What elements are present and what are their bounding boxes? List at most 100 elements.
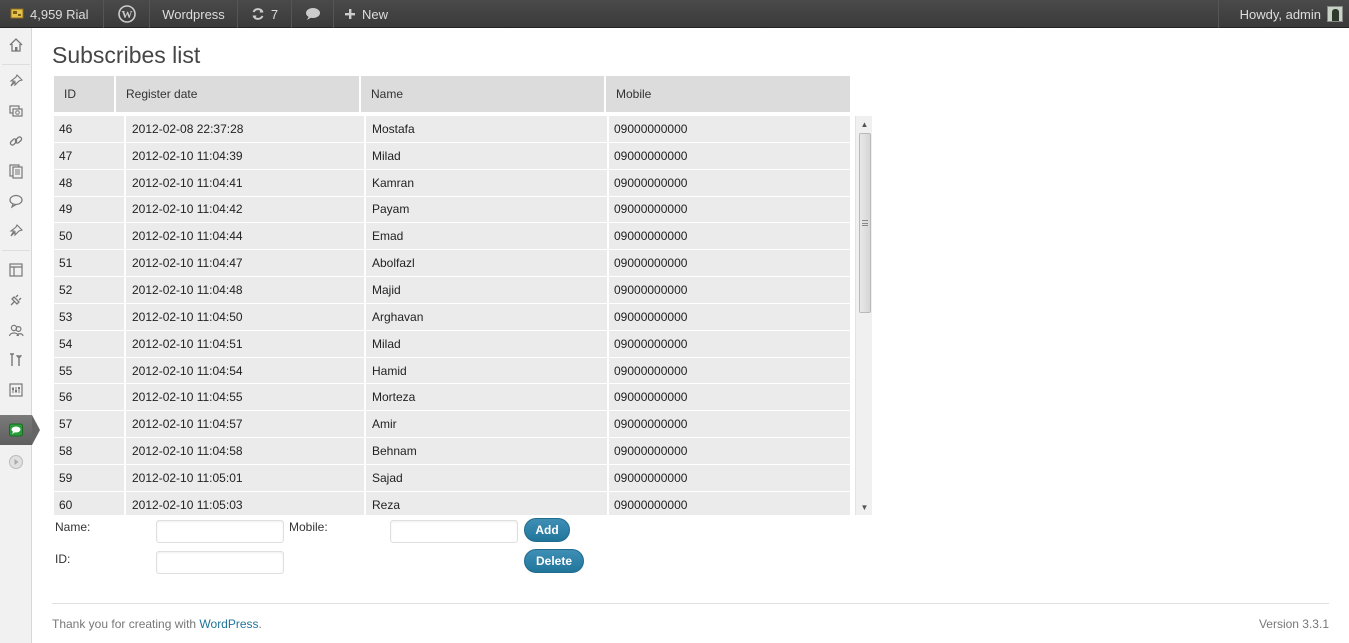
cell-id: 60	[54, 491, 126, 515]
page-title: Subscribes list	[52, 42, 201, 68]
menu-dashboard[interactable]	[0, 30, 32, 60]
comments-icon	[9, 194, 23, 209]
site-name-menu[interactable]: Wordpress	[150, 0, 238, 28]
menu-appearance[interactable]	[0, 255, 32, 285]
menu-links[interactable]	[0, 126, 32, 156]
cell-name: Milad	[366, 142, 609, 169]
cell-name: Amir	[366, 411, 609, 438]
table-body: 46 2012-02-08 22:37:28 Mostafa 09000000000 4…	[54, 116, 850, 515]
column-header-register-date: Register date	[116, 76, 361, 112]
footer-divider	[52, 603, 1329, 604]
vertical-scrollbar[interactable]: ▲ ▼	[855, 116, 872, 515]
name-label: Name:	[55, 520, 91, 534]
footer-thanks: Thank you for creating with WordPress.	[52, 617, 262, 631]
delete-button[interactable]: Delete	[524, 549, 584, 573]
cell-name: Payam	[366, 196, 609, 223]
table-row: 51 2012-02-10 11:04:47 Abolfazl 09000000000	[54, 250, 850, 278]
cell-name: Arghavan	[366, 303, 609, 330]
scroll-thumb[interactable]	[859, 133, 871, 313]
table-row: 53 2012-02-10 11:04:50 Arghavan 09000000000	[54, 303, 850, 331]
cell-name: Morteza	[366, 384, 609, 411]
menu-plugins[interactable]	[0, 285, 32, 315]
table-row: 55 2012-02-10 11:04:54 Hamid 09000000000	[54, 357, 850, 385]
cell-mobile: 09000000000	[609, 357, 850, 384]
cell-mobile: 09000000000	[609, 116, 850, 142]
cell-register-date: 2012-02-10 11:04:50	[126, 303, 366, 330]
cell-mobile: 09000000000	[609, 464, 850, 491]
cell-id: 56	[54, 384, 126, 411]
cell-register-date: 2012-02-10 11:04:47	[126, 250, 366, 277]
menu-pin[interactable]	[0, 216, 32, 246]
cell-id: 53	[54, 303, 126, 330]
collapse-icon	[9, 455, 23, 469]
add-button[interactable]: Add	[524, 518, 570, 542]
cell-register-date: 2012-02-10 11:05:01	[126, 464, 366, 491]
comment-bubble-icon	[305, 8, 320, 20]
menu-media[interactable]	[0, 96, 32, 126]
new-content-menu[interactable]: New	[334, 0, 404, 28]
table-row: 58 2012-02-10 11:04:58 Behnam 09000000000	[54, 438, 850, 465]
wordpress-link[interactable]: WordPress	[199, 617, 258, 631]
id-input[interactable]	[156, 551, 284, 574]
comments-menu[interactable]	[292, 0, 334, 28]
cell-register-date: 2012-02-08 22:37:28	[126, 116, 366, 142]
menu-users[interactable]	[0, 315, 32, 345]
my-account-menu[interactable]: Howdy, admin	[1218, 0, 1349, 28]
cell-id: 57	[54, 411, 126, 438]
scroll-down-arrow[interactable]: ▼	[856, 499, 872, 515]
appearance-icon	[9, 263, 23, 277]
menu-comments[interactable]	[0, 186, 32, 216]
cell-mobile: 09000000000	[609, 223, 850, 250]
table-scroll-area[interactable]: 46 2012-02-08 22:37:28 Mostafa 09000000000 4…	[54, 116, 872, 515]
wp-logo-menu[interactable]: W	[104, 0, 150, 28]
credit-balance[interactable]: 4,959 Rial	[0, 0, 104, 28]
menu-sms-plugin[interactable]	[0, 415, 40, 445]
table-row: 60 2012-02-10 11:05:03 Reza 09000000000	[54, 491, 850, 515]
howdy-text: Howdy, admin	[1239, 6, 1321, 22]
menu-tools[interactable]	[0, 345, 32, 375]
cell-register-date: 2012-02-10 11:04:54	[126, 357, 366, 384]
table-row: 57 2012-02-10 11:04:57 Amir 09000000000	[54, 411, 850, 439]
cell-register-date: 2012-02-10 11:05:03	[126, 491, 366, 515]
table-row: 56 2012-02-10 11:04:55 Morteza 09000000000	[54, 384, 850, 412]
posts-icon	[9, 74, 24, 87]
cell-id: 59	[54, 464, 126, 491]
updates-count: 7	[270, 6, 279, 22]
cell-register-date: 2012-02-10 11:04:41	[126, 169, 366, 196]
cell-id: 50	[54, 223, 126, 250]
scroll-up-arrow[interactable]: ▲	[856, 116, 872, 132]
mobile-input[interactable]	[390, 520, 518, 543]
footer-version: Version 3.3.1	[1258, 617, 1329, 631]
cell-name: Sajad	[366, 464, 609, 491]
cell-mobile: 09000000000	[609, 491, 850, 515]
name-input[interactable]	[156, 520, 284, 543]
table-row: 46 2012-02-08 22:37:28 Mostafa 09000000000	[54, 116, 850, 143]
cell-name: Abolfazl	[366, 250, 609, 277]
cell-name: Reza	[366, 491, 609, 515]
cell-register-date: 2012-02-10 11:04:51	[126, 330, 366, 357]
svg-text:W: W	[121, 9, 132, 21]
table-header: ID Register date Name Mobile	[54, 76, 850, 112]
menu-pages[interactable]	[0, 156, 32, 186]
plus-icon	[345, 9, 355, 19]
id-label: ID:	[55, 552, 71, 566]
cell-register-date: 2012-02-10 11:04:39	[126, 142, 366, 169]
menu-settings[interactable]	[0, 375, 32, 405]
updates-menu[interactable]: 7	[238, 0, 292, 28]
tools-icon	[10, 353, 22, 366]
cell-mobile: 09000000000	[609, 438, 850, 464]
menu-collapse[interactable]	[0, 447, 32, 477]
column-header-mobile: Mobile	[606, 76, 850, 112]
cell-id: 46	[54, 116, 126, 142]
menu-posts[interactable]	[0, 66, 32, 96]
admin-bar: 4,959 Rial W Wordpress 7 New Howdy, admi…	[0, 0, 1349, 28]
column-header-name: Name	[361, 76, 606, 112]
footer-thanks-suffix: .	[258, 617, 262, 631]
site-name: Wordpress	[162, 6, 225, 22]
credit-text: 4,959 Rial	[30, 6, 89, 22]
cell-name: Emad	[366, 223, 609, 250]
users-icon	[8, 324, 24, 337]
cell-mobile: 09000000000	[609, 196, 850, 223]
sms-plugin-icon	[9, 423, 23, 437]
pin-icon	[9, 224, 24, 237]
